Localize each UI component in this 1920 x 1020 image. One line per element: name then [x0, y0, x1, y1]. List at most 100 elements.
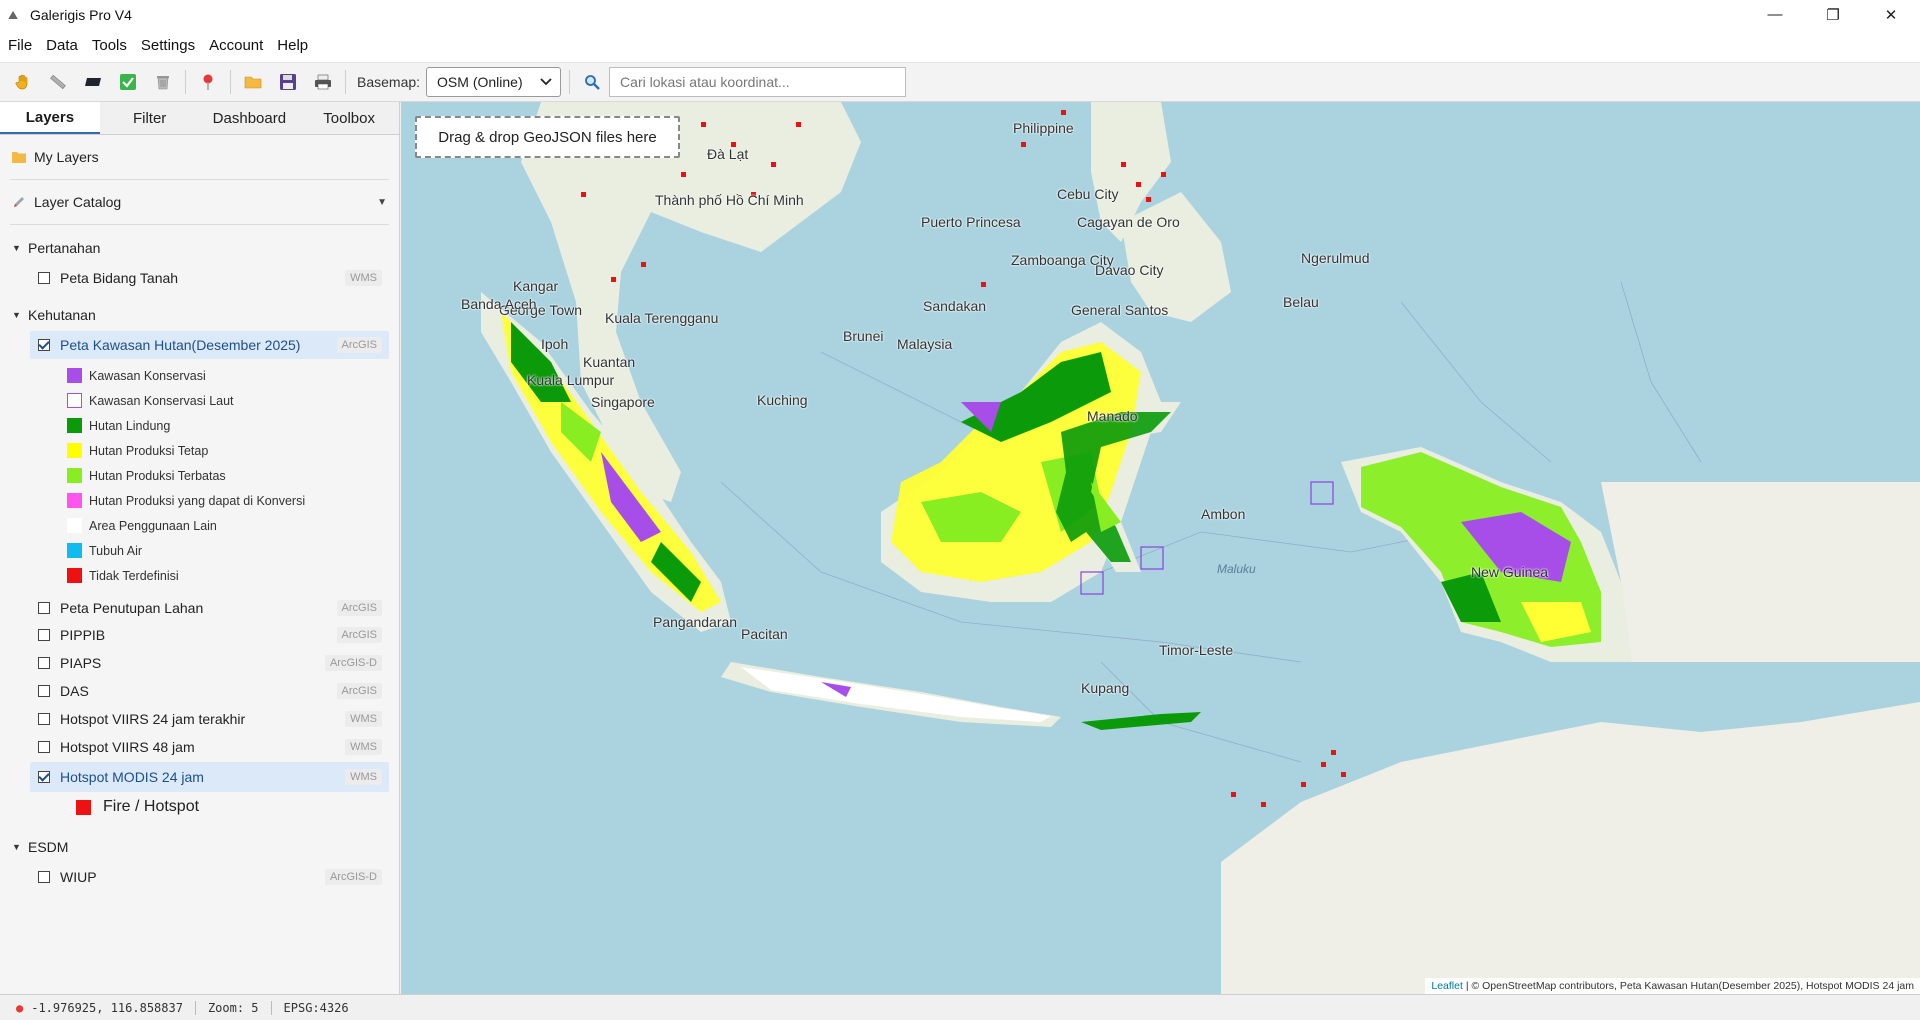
app-icon: ⛰	[8, 7, 19, 22]
select-tool-button[interactable]	[113, 67, 143, 97]
print-button[interactable]	[308, 67, 338, 97]
layer-checkbox[interactable]	[38, 272, 50, 284]
layer-name: Peta Bidang Tanah	[60, 270, 179, 286]
layer-row-peta-penutupan-lahan[interactable]: Peta Penutupan Lahan ArcGIS	[30, 594, 389, 622]
pencil-icon	[14, 197, 24, 207]
folder-icon	[12, 152, 26, 163]
menu-account[interactable]: Account	[204, 37, 268, 54]
layer-checkbox[interactable]	[38, 339, 50, 351]
rectangle-tool-button[interactable]	[78, 67, 108, 97]
measure-tool-button[interactable]	[43, 67, 73, 97]
layer-type-badge: ArcGIS	[336, 337, 382, 353]
basemap-select[interactable]: OSM (Online)	[426, 67, 562, 97]
basemap-label: Basemap:	[357, 74, 421, 90]
layer-name: WIUP	[60, 869, 97, 885]
legend-item: Hutan Produksi yang dapat di Konversi	[67, 488, 389, 513]
caret-down-icon[interactable]: ▼	[377, 197, 387, 208]
map-label-banda-aceh: Banda Aceh	[461, 296, 537, 312]
legend-swatch	[76, 799, 91, 815]
legend-label: Hutan Produksi Terbatas	[89, 468, 226, 483]
close-button[interactable]: ✕	[1862, 0, 1920, 29]
clear-tool-button[interactable]	[148, 67, 178, 97]
map-label-manado: Manado	[1087, 408, 1138, 424]
layer-catalog-header[interactable]: Layer Catalog ▼	[10, 180, 389, 225]
layer-row-pippib[interactable]: PIPPIB ArcGIS	[30, 620, 389, 650]
geojson-dropzone[interactable]: Drag & drop GeoJSON files here	[415, 116, 680, 158]
layer-row-hotspot-modis-24[interactable]: Hotspot MODIS 24 jam WMS	[30, 762, 389, 792]
minimize-button[interactable]: —	[1746, 0, 1804, 29]
layer-checkbox[interactable]	[38, 657, 50, 669]
map-label-cagayan: Cagayan de Oro	[1077, 214, 1180, 230]
layer-row-piaps[interactable]: PIAPS ArcGIS-D	[30, 648, 389, 678]
layer-name: Hotspot MODIS 24 jam	[60, 769, 204, 785]
my-layers-header[interactable]: My Layers	[10, 135, 389, 180]
menu-data[interactable]: Data	[41, 37, 83, 54]
layer-row-das[interactable]: DAS ArcGIS	[30, 676, 389, 706]
tab-dashboard[interactable]: Dashboard	[200, 102, 300, 134]
tab-layers[interactable]: Layers	[0, 102, 100, 134]
add-marker-button[interactable]	[193, 67, 223, 97]
layer-type-badge: ArcGIS	[336, 627, 382, 643]
map-label-dalat: Đà Lạt	[707, 146, 749, 162]
layer-row-hotspot-viirs-48[interactable]: Hotspot VIIRS 48 jam WMS	[30, 732, 389, 762]
tab-toolbox[interactable]: Toolbox	[299, 102, 399, 134]
legend-item: Hutan Lindung	[67, 413, 389, 438]
checkbox-icon	[120, 74, 136, 90]
pan-tool-button[interactable]	[8, 67, 38, 97]
layer-checkbox[interactable]	[38, 713, 50, 725]
search-input[interactable]	[609, 67, 907, 97]
menu-settings[interactable]: Settings	[136, 37, 200, 54]
tab-filter[interactable]: Filter	[100, 102, 200, 134]
menu-file[interactable]: File	[3, 37, 37, 54]
layer-checkbox[interactable]	[38, 685, 50, 697]
layer-checkbox[interactable]	[38, 602, 50, 614]
layer-type-badge: WMS	[345, 711, 382, 727]
legend-swatch	[67, 443, 82, 458]
layer-row-peta-bidang-tanah[interactable]: Peta Bidang Tanah WMS	[30, 264, 389, 292]
legend-item: Hutan Produksi Tetap	[67, 438, 389, 463]
group-esdm[interactable]: ▼ ESDM	[10, 834, 389, 860]
layer-row-peta-kawasan-hutan[interactable]: Peta Kawasan Hutan(Desember 2025) ArcGIS	[30, 331, 389, 359]
status-separator	[194, 1000, 196, 1015]
save-button[interactable]	[273, 67, 303, 97]
map-canvas[interactable]: Philippine Cebu City Cagayan de Oro Puer…	[401, 102, 1920, 994]
trash-icon	[157, 76, 169, 90]
group-pertanahan[interactable]: ▼ Pertanahan	[10, 235, 389, 261]
legend-swatch	[67, 393, 82, 408]
layer-checkbox[interactable]	[38, 771, 50, 783]
kawasan-legend: Kawasan Konservasi Kawasan Konservasi La…	[10, 363, 389, 588]
layer-row-hotspot-viirs-24[interactable]: Hotspot VIIRS 24 jam terakhir WMS	[30, 704, 389, 734]
group-kehutanan[interactable]: ▼ Kehutanan	[10, 302, 389, 328]
rectangle-icon	[85, 78, 101, 86]
layer-checkbox[interactable]	[38, 741, 50, 753]
panel-tabs: Layers Filter Dashboard Toolbox	[0, 102, 399, 135]
map-label-kangar: Kangar	[513, 278, 559, 294]
layers-panel: My Layers Layer Catalog ▼ ▼ Pertanahan P…	[0, 135, 399, 891]
toolbar-separator	[230, 70, 231, 94]
status-separator	[270, 1000, 272, 1015]
menu-tools[interactable]: Tools	[87, 37, 132, 54]
map-label-brunei: Brunei	[843, 328, 884, 344]
search-button[interactable]	[577, 67, 607, 97]
legend-swatch	[67, 543, 82, 558]
map-label-cebu: Cebu City	[1057, 186, 1119, 202]
layer-checkbox[interactable]	[38, 871, 50, 883]
coordinates-readout: -1.976925, 116.858837	[31, 1000, 183, 1015]
map-label-ngerulmud: Ngerulmud	[1301, 250, 1370, 266]
layer-name: Hotspot VIIRS 24 jam terakhir	[60, 711, 246, 727]
printer-icon	[315, 74, 331, 90]
map-label-maluku: Maluku	[1217, 562, 1256, 576]
layer-type-badge: WMS	[345, 270, 382, 286]
map-label-philippines: Philippine	[1013, 120, 1074, 136]
layer-checkbox[interactable]	[38, 629, 50, 641]
restore-button[interactable]: ❐	[1804, 0, 1862, 29]
legend-swatch	[67, 418, 82, 433]
map-label-puerto-princesa: Puerto Princesa	[921, 214, 1021, 230]
leaflet-link[interactable]: Leaflet	[1431, 980, 1463, 992]
open-button[interactable]	[238, 67, 268, 97]
expand-triangle-icon: ▼	[12, 842, 21, 852]
layer-row-wiup[interactable]: WIUP ArcGIS-D	[30, 863, 389, 891]
layer-name: PIAPS	[60, 655, 102, 671]
legend-item: Tubuh Air	[67, 538, 389, 563]
menu-help[interactable]: Help	[272, 37, 313, 54]
